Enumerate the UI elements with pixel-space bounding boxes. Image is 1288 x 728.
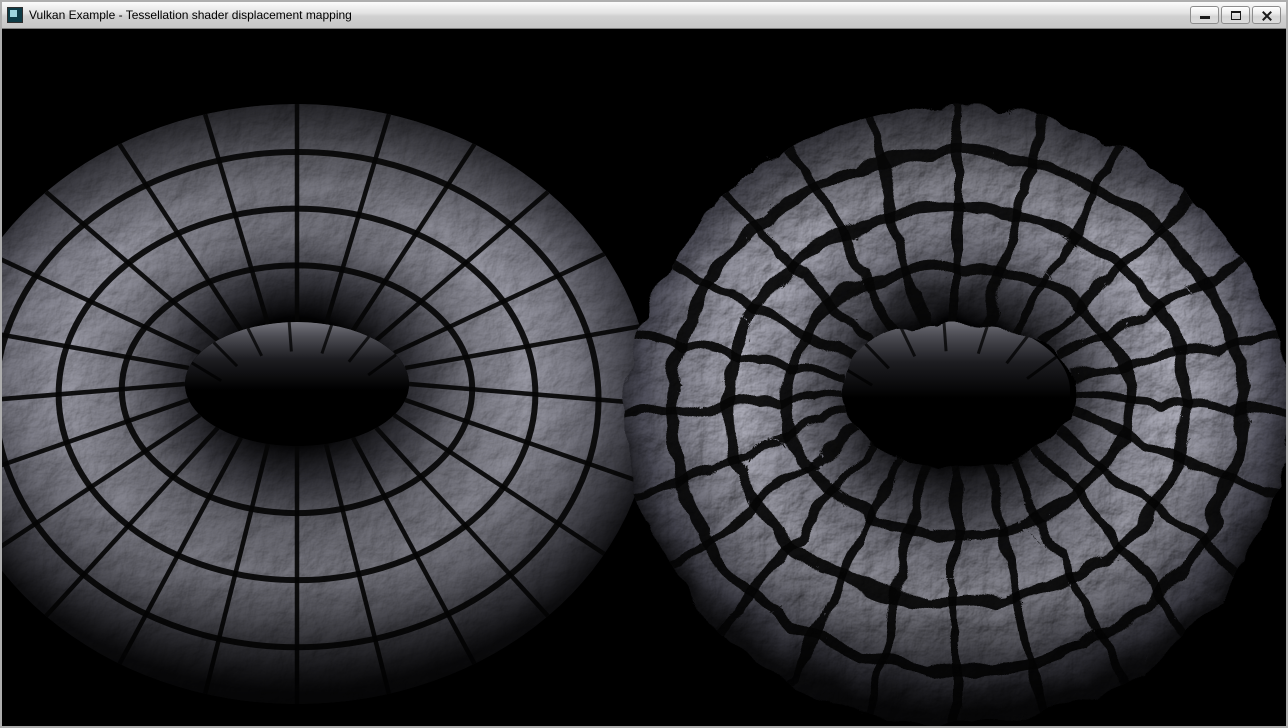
close-icon (1261, 10, 1273, 22)
titlebar[interactable]: Vulkan Example - Tessellation shader dis… (2, 2, 1286, 29)
app-icon (7, 7, 23, 23)
vulkan-scene (2, 29, 1286, 726)
window-title: Vulkan Example - Tessellation shader dis… (29, 8, 352, 22)
close-button[interactable] (1252, 6, 1281, 24)
torus-right-hole-inner-wall (834, 319, 1070, 463)
maximize-button[interactable] (1221, 6, 1250, 24)
app-icon-glyph (10, 10, 17, 17)
torus-left-hole-inner-wall (185, 322, 409, 446)
maximize-icon (1231, 11, 1241, 20)
window-controls (1190, 6, 1281, 24)
minimize-icon (1200, 16, 1210, 19)
minimize-button[interactable] (1190, 6, 1219, 24)
app-window: Vulkan Example - Tessellation shader dis… (0, 0, 1288, 728)
render-viewport[interactable] (2, 29, 1286, 726)
